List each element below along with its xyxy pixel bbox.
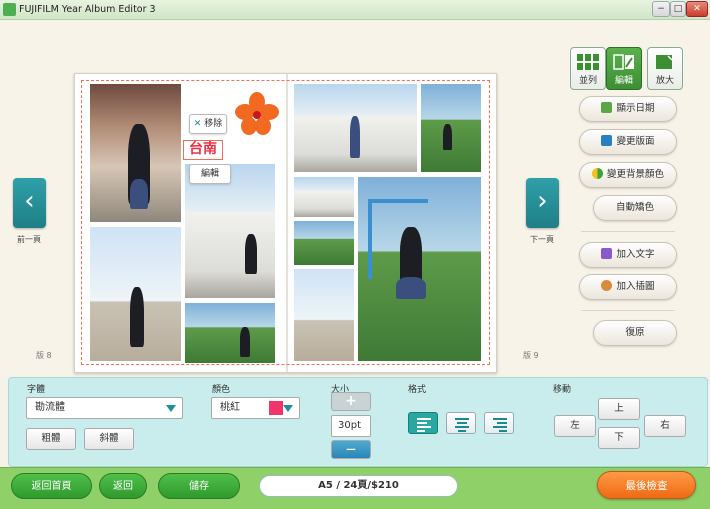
color-label: 顏色 xyxy=(212,385,231,395)
font-value: 勘流體 xyxy=(35,402,65,413)
right-page-number: 版 9 xyxy=(523,351,539,360)
photo-gate-left[interactable] xyxy=(90,227,181,361)
bold-button[interactable]: 粗體 xyxy=(26,428,76,450)
back-button[interactable]: 返回 xyxy=(99,473,147,499)
dropdown-arrow-icon xyxy=(283,405,293,412)
photo-house-small[interactable] xyxy=(294,177,354,217)
album-spread[interactable]: ✕ 移除 台南 編輯 xyxy=(74,73,497,373)
order-info: A5 / 24頁/$210 xyxy=(259,475,458,497)
remove-element-button[interactable]: ✕ 移除 xyxy=(189,114,227,134)
side-by-side-view-button[interactable]: 並列 xyxy=(570,47,606,90)
home-button[interactable]: 返回首頁 xyxy=(11,473,92,499)
change-bg-color-label: 變更背景顏色 xyxy=(606,169,664,180)
add-illustration-label: 加入插圖 xyxy=(616,281,655,292)
font-label: 字體 xyxy=(27,385,46,395)
next-page-label: 下一頁 xyxy=(530,235,554,244)
italic-button[interactable]: 斜體 xyxy=(84,428,134,450)
edit-label: 編輯 xyxy=(614,76,633,86)
work-area: ‹ 前一頁 › 下一頁 版 8 版 9 ✕ 移除 台南 編輯 並列 編輯 放大 … xyxy=(0,21,710,375)
change-layout-label: 變更版面 xyxy=(616,136,655,147)
maximize-button[interactable]: □ xyxy=(670,1,686,17)
save-button[interactable]: 儲存 xyxy=(158,473,240,499)
restore-button[interactable]: 復原 xyxy=(593,320,677,346)
photo-street-girl[interactable] xyxy=(90,84,181,222)
next-page-button[interactable]: › xyxy=(526,178,559,228)
close-icon: ✕ xyxy=(193,119,202,129)
font-size-field[interactable]: 30pt xyxy=(331,415,371,437)
title-bar: FUJIFILM Year Album Editor 3 − □ ✕ xyxy=(0,0,710,20)
layout-icon xyxy=(601,135,613,146)
divider xyxy=(581,231,675,232)
left-page-number: 版 8 xyxy=(36,351,52,360)
album-spine xyxy=(286,74,288,372)
photo-house-center[interactable] xyxy=(185,164,275,298)
palette-icon xyxy=(591,168,603,179)
color-swatch xyxy=(269,401,283,415)
photo-tree-top[interactable] xyxy=(421,84,481,172)
minimize-button[interactable]: − xyxy=(652,1,670,17)
auto-color-button[interactable]: 自動矯色 xyxy=(593,195,677,221)
text-box-tainan[interactable]: 台南 xyxy=(183,140,223,160)
grid-icon xyxy=(577,54,599,70)
speech-bubble-icon xyxy=(601,248,613,259)
photo-house-top[interactable] xyxy=(294,84,417,172)
zoom-label: 放大 xyxy=(655,76,674,86)
add-text-label: 加入文字 xyxy=(616,249,655,260)
photo-street-bottom[interactable] xyxy=(185,303,275,363)
edit-view-button[interactable]: 編輯 xyxy=(606,47,642,90)
align-label: 格式 xyxy=(408,385,427,395)
photo-swing[interactable] xyxy=(358,177,481,361)
bottom-bar: 返回首頁 返回 儲存 A5 / 24頁/$210 最後檢查 xyxy=(0,467,710,509)
divider xyxy=(581,310,675,311)
change-bg-color-button[interactable]: 變更背景顏色 xyxy=(579,162,677,188)
prev-page-button[interactable]: ‹ xyxy=(13,178,46,228)
prev-page-label: 前一頁 xyxy=(17,235,41,244)
align-center-button[interactable] xyxy=(446,412,476,434)
window-title: FUJIFILM Year Album Editor 3 xyxy=(19,4,156,15)
color-select[interactable]: 桃紅 xyxy=(211,397,300,419)
close-button[interactable]: ✕ xyxy=(686,1,708,17)
add-text-button[interactable]: 加入文字 xyxy=(579,242,677,268)
color-value: 桃紅 xyxy=(220,402,240,413)
hibiscus-sticker[interactable] xyxy=(235,92,279,136)
edit-text-button[interactable]: 編輯 xyxy=(189,164,231,184)
move-left-button[interactable]: 左 xyxy=(554,415,596,437)
illustration-icon xyxy=(601,280,613,291)
side-by-side-label: 並列 xyxy=(578,76,597,86)
dropdown-arrow-icon xyxy=(166,405,176,412)
remove-label: 移除 xyxy=(204,119,223,129)
move-down-button[interactable]: 下 xyxy=(598,427,640,449)
change-layout-button[interactable]: 變更版面 xyxy=(579,129,677,155)
zoom-view-button[interactable]: 放大 xyxy=(647,47,683,90)
move-right-button[interactable]: 右 xyxy=(644,415,686,437)
photo-fountain[interactable] xyxy=(294,269,354,361)
move-label: 移動 xyxy=(553,385,572,395)
size-increase-button[interactable]: + xyxy=(331,392,371,411)
calendar-icon xyxy=(601,102,613,113)
show-date-button[interactable]: 顯示日期 xyxy=(579,96,677,122)
edit-page-icon xyxy=(613,54,634,70)
font-select[interactable]: 勘流體 xyxy=(26,397,183,419)
photo-park-small[interactable] xyxy=(294,221,354,265)
add-illustration-button[interactable]: 加入插圖 xyxy=(579,274,677,300)
move-up-button[interactable]: 上 xyxy=(598,398,640,420)
show-date-label: 顯示日期 xyxy=(616,103,655,114)
zoom-page-icon xyxy=(656,55,673,69)
align-right-button[interactable] xyxy=(484,412,514,434)
app-icon xyxy=(3,3,16,16)
final-check-button[interactable]: 最後檢查 xyxy=(597,471,696,499)
align-left-button[interactable] xyxy=(408,412,438,434)
size-decrease-button[interactable]: — xyxy=(331,440,371,459)
